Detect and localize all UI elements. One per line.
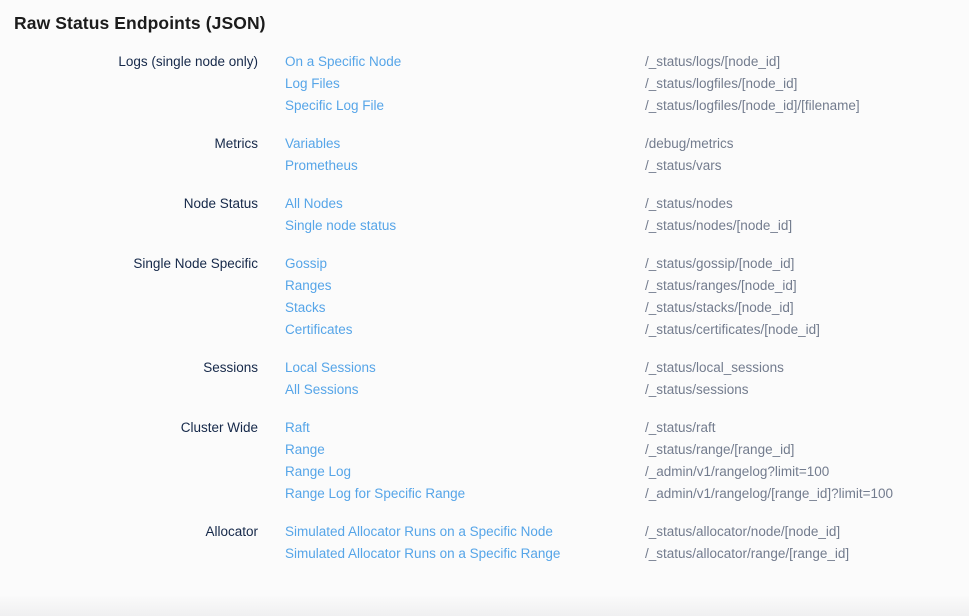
- endpoint-row: Specific Log File/_status/logfiles/[node…: [285, 95, 969, 117]
- endpoint-link[interactable]: Ranges: [285, 275, 645, 297]
- endpoint-link[interactable]: All Nodes: [285, 193, 645, 215]
- endpoint-row: Raft/_status/raft: [285, 417, 969, 439]
- endpoint-row: Log Files/_status/logfiles/[node_id]: [285, 73, 969, 95]
- endpoint-link[interactable]: Range Log: [285, 461, 645, 483]
- endpoint-link[interactable]: Raft: [285, 417, 645, 439]
- endpoint-link[interactable]: Variables: [285, 133, 645, 155]
- endpoint-link[interactable]: Single node status: [285, 215, 645, 237]
- endpoint-link[interactable]: Specific Log File: [285, 95, 645, 117]
- endpoint-path: /_status/logfiles/[node_id]: [645, 73, 797, 95]
- endpoint-link[interactable]: Prometheus: [285, 155, 645, 177]
- endpoint-row: Simulated Allocator Runs on a Specific R…: [285, 543, 969, 565]
- section-entries: Gossip/_status/gossip/[node_id]Ranges/_s…: [285, 253, 969, 341]
- endpoint-link[interactable]: Range: [285, 439, 645, 461]
- endpoint-link[interactable]: Simulated Allocator Runs on a Specific N…: [285, 521, 645, 543]
- endpoint-path: /_status/gossip/[node_id]: [645, 253, 794, 275]
- endpoint-path: /_status/vars: [645, 155, 722, 177]
- endpoint-path: /_status/certificates/[node_id]: [645, 319, 820, 341]
- endpoint-link[interactable]: Gossip: [285, 253, 645, 275]
- endpoint-path: /_status/nodes/[node_id]: [645, 215, 792, 237]
- section-entries: Variables/debug/metricsPrometheus/_statu…: [285, 133, 969, 177]
- endpoint-row: All Sessions/_status/sessions: [285, 379, 969, 401]
- endpoint-link[interactable]: Local Sessions: [285, 357, 645, 379]
- endpoint-path: /_status/local_sessions: [645, 357, 784, 379]
- endpoint-path: /_status/logs/[node_id]: [645, 51, 780, 73]
- endpoint-path: /_status/logfiles/[node_id]/[filename]: [645, 95, 860, 117]
- page-title: Raw Status Endpoints (JSON): [14, 13, 969, 34]
- endpoint-link[interactable]: Log Files: [285, 73, 645, 95]
- endpoint-row: Range Log for Specific Range/_admin/v1/r…: [285, 483, 969, 505]
- section-label: Allocator: [0, 521, 258, 565]
- section-label: Node Status: [0, 193, 258, 237]
- endpoint-row: Range Log/_admin/v1/rangelog?limit=100: [285, 461, 969, 483]
- bottom-band: [0, 596, 969, 616]
- endpoint-section: Metrics Variables/debug/metricsPrometheus…: [0, 133, 969, 177]
- endpoint-path: /_status/sessions: [645, 379, 749, 401]
- endpoint-section: Single Node Specific Gossip/_status/gossi…: [0, 253, 969, 341]
- endpoint-row: On a Specific Node/_status/logs/[node_id…: [285, 51, 969, 73]
- endpoint-section: Allocator Simulated Allocator Runs on a S…: [0, 521, 969, 565]
- endpoint-section: Sessions Local Sessions/_status/local_ses…: [0, 357, 969, 401]
- section-label: Cluster Wide: [0, 417, 258, 505]
- endpoint-row: Single node status/_status/nodes/[node_i…: [285, 215, 969, 237]
- endpoint-path: /_status/nodes: [645, 193, 733, 215]
- endpoint-path: /_status/range/[range_id]: [645, 439, 794, 461]
- endpoint-path: /_admin/v1/rangelog?limit=100: [645, 461, 829, 483]
- endpoint-row: Variables/debug/metrics: [285, 133, 969, 155]
- endpoint-row: Prometheus/_status/vars: [285, 155, 969, 177]
- endpoint-path: /_status/allocator/node/[node_id]: [645, 521, 840, 543]
- endpoint-path: /debug/metrics: [645, 133, 734, 155]
- endpoint-row: Range/_status/range/[range_id]: [285, 439, 969, 461]
- endpoints-table: Logs (single node only) On a Specific Nod…: [0, 51, 969, 565]
- endpoint-row: Certificates/_status/certificates/[node_…: [285, 319, 969, 341]
- section-entries: On a Specific Node/_status/logs/[node_id…: [285, 51, 969, 117]
- endpoint-link[interactable]: All Sessions: [285, 379, 645, 401]
- section-label: Single Node Specific: [0, 253, 258, 341]
- endpoint-path: /_admin/v1/rangelog/[range_id]?limit=100: [645, 483, 893, 505]
- endpoint-section: Logs (single node only) On a Specific Nod…: [0, 51, 969, 117]
- endpoint-row: Ranges/_status/ranges/[node_id]: [285, 275, 969, 297]
- endpoint-link[interactable]: Stacks: [285, 297, 645, 319]
- endpoint-row: Local Sessions/_status/local_sessions: [285, 357, 969, 379]
- endpoint-link[interactable]: Simulated Allocator Runs on a Specific R…: [285, 543, 645, 565]
- section-label: Sessions: [0, 357, 258, 401]
- endpoint-section: Node Status All Nodes/_status/nodesSingle…: [0, 193, 969, 237]
- section-entries: Raft/_status/raftRange/_status/range/[ra…: [285, 417, 969, 505]
- section-entries: All Nodes/_status/nodesSingle node statu…: [285, 193, 969, 237]
- section-label: Metrics: [0, 133, 258, 177]
- section-entries: Local Sessions/_status/local_sessionsAll…: [285, 357, 969, 401]
- endpoint-path: /_status/allocator/range/[range_id]: [645, 543, 849, 565]
- endpoint-row: Stacks/_status/stacks/[node_id]: [285, 297, 969, 319]
- endpoint-path: /_status/raft: [645, 417, 716, 439]
- endpoint-section: Cluster Wide Raft/_status/raftRange/_stat…: [0, 417, 969, 505]
- endpoint-link[interactable]: Certificates: [285, 319, 645, 341]
- endpoint-link[interactable]: On a Specific Node: [285, 51, 645, 73]
- endpoint-path: /_status/stacks/[node_id]: [645, 297, 794, 319]
- endpoint-path: /_status/ranges/[node_id]: [645, 275, 797, 297]
- section-label: Logs (single node only): [0, 51, 258, 117]
- section-entries: Simulated Allocator Runs on a Specific N…: [285, 521, 969, 565]
- endpoint-row: Gossip/_status/gossip/[node_id]: [285, 253, 969, 275]
- endpoint-row: Simulated Allocator Runs on a Specific N…: [285, 521, 969, 543]
- endpoint-row: All Nodes/_status/nodes: [285, 193, 969, 215]
- endpoint-link[interactable]: Range Log for Specific Range: [285, 483, 645, 505]
